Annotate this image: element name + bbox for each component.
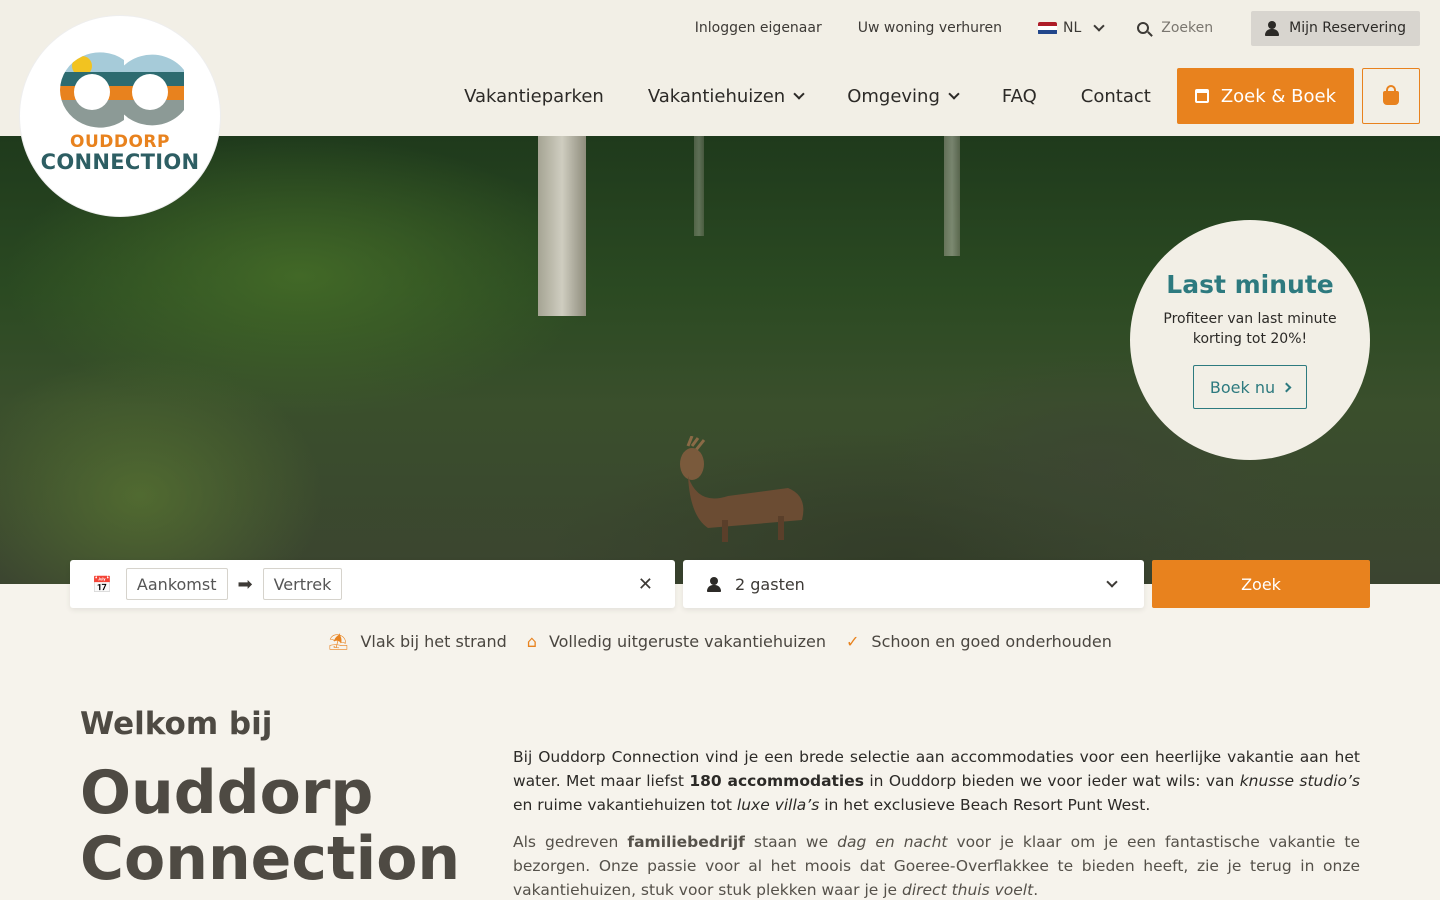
- chevron-down-icon: [1093, 19, 1105, 32]
- logo-graphic-icon: [60, 52, 184, 128]
- book-now-label: Boek nu: [1209, 377, 1276, 397]
- chevron-down-icon: [948, 87, 960, 100]
- nav-item-faq[interactable]: FAQ: [1002, 86, 1037, 107]
- arrow-right-icon: ➡: [237, 573, 253, 595]
- nav-item-vakantieparken[interactable]: Vakantieparken: [464, 86, 604, 107]
- intro-paragraph-1: Bij Ouddorp Connection vind je een brede…: [513, 745, 1360, 817]
- arrival-field[interactable]: Aankomst: [125, 568, 228, 600]
- welcome-title-line: Connection: [80, 824, 461, 894]
- welcome-kicker: Welkom bij: [80, 706, 273, 742]
- last-minute-title: Last minute: [1166, 270, 1334, 299]
- usp-list: ⛱ Vlak bij het strand ⌂ Volledig uitgeru…: [0, 632, 1440, 651]
- usp-label: Vlak bij het strand: [360, 632, 507, 651]
- my-reservation-label: Mijn Reservering: [1289, 20, 1406, 36]
- tree-trunk: [944, 136, 960, 256]
- site-logo[interactable]: OUDDORP CONNECTION: [20, 16, 220, 216]
- usp-item: ⛱ Vlak bij het strand: [328, 632, 507, 651]
- shopping-bag-icon: [1383, 85, 1399, 105]
- calendar-icon: [1194, 89, 1209, 103]
- nav-label: Contact: [1080, 85, 1151, 107]
- nav-item-omgeving[interactable]: Omgeving: [847, 85, 960, 107]
- nav-label: Omgeving: [847, 85, 940, 107]
- last-minute-text: Profiteer van last minute korting tot 20…: [1163, 311, 1337, 347]
- text: in het exclusieve Beach Resort Punt West…: [819, 796, 1151, 814]
- text-italic: dag en nacht: [837, 833, 948, 851]
- book-now-button[interactable]: Boek nu: [1192, 365, 1308, 409]
- usp-label: Schoon en goed onderhouden: [871, 632, 1112, 651]
- search-submit-button[interactable]: Zoek: [1152, 560, 1370, 608]
- clear-icon[interactable]: ✕: [638, 574, 653, 595]
- welcome-title-line: Ouddorp: [80, 758, 374, 828]
- text-italic: knusse studio’s: [1239, 772, 1360, 790]
- deer-icon: [680, 436, 804, 542]
- text: in Ouddorp bieden we voor ieder wat wils…: [863, 772, 1240, 790]
- search-placeholder: Zoeken: [1161, 20, 1214, 36]
- language-label: NL: [1062, 20, 1082, 36]
- intro-text: Bij Ouddorp Connection vind je een brede…: [513, 745, 1360, 900]
- nav-item-contact[interactable]: Contact: [1081, 86, 1151, 107]
- text: Als gedreven: [513, 833, 628, 851]
- text-bold: 180 accommodaties: [689, 772, 864, 790]
- tree-trunk: [538, 136, 586, 316]
- main-nav: Vakantieparken Vakantiehuizen Omgeving F…: [464, 68, 1420, 124]
- text: en ruime vakantiehuizen tot: [513, 796, 737, 814]
- check-icon: ✓: [846, 632, 860, 651]
- departure-field[interactable]: Vertrek: [262, 568, 343, 600]
- last-minute-promo: Last minute Profiteer van last minute ko…: [1130, 220, 1370, 460]
- nav-label: FAQ: [1001, 85, 1037, 107]
- text-italic: direct thuis voelt: [902, 881, 1034, 899]
- login-owner-link[interactable]: Inloggen eigenaar: [695, 20, 822, 36]
- tree-trunk: [694, 136, 704, 236]
- date-range-picker[interactable]: 📅 Aankomst ➡ Vertrek ✕: [70, 560, 675, 608]
- guests-value: 2 gasten: [735, 574, 805, 594]
- top-bar: Inloggen eigenaar Uw woning verhuren NL …: [695, 10, 1420, 46]
- search-icon: [1137, 22, 1150, 34]
- user-icon: [707, 576, 721, 592]
- rent-out-link[interactable]: Uw woning verhuren: [858, 20, 1002, 36]
- usp-item: ✓ Schoon en goed onderhouden: [846, 632, 1112, 651]
- nav-label: Vakantiehuizen: [647, 85, 786, 107]
- text-italic: luxe villa’s: [736, 796, 820, 814]
- guests-select[interactable]: 2 gasten: [683, 560, 1144, 608]
- language-selector[interactable]: NL: [1037, 19, 1105, 36]
- chevron-right-icon: [1281, 382, 1292, 392]
- search-field[interactable]: Zoeken: [1137, 20, 1213, 36]
- home-icon: ⌂: [526, 632, 537, 651]
- cart-button[interactable]: [1362, 68, 1420, 124]
- zoek-boek-label: Zoek & Boek: [1220, 85, 1336, 107]
- intro-paragraph-2: Als gedreven familiebedrijf staan we dag…: [513, 830, 1360, 900]
- usp-label: Volledig uitgeruste vakantiehuizen: [548, 632, 826, 651]
- nav-label: Vakantieparken: [464, 85, 604, 107]
- logo-text-top: OUDDORP: [70, 132, 170, 152]
- welcome-title: Ouddorp Connection: [80, 760, 460, 892]
- usp-item: ⌂ Volledig uitgeruste vakantiehuizen: [527, 632, 826, 651]
- chevron-down-icon: [1106, 575, 1118, 588]
- nl-flag-icon: [1037, 21, 1057, 35]
- text-bold: familiebedrijf: [627, 833, 745, 851]
- zoek-boek-button[interactable]: Zoek & Boek: [1176, 68, 1354, 124]
- text: .: [1033, 881, 1039, 899]
- chevron-down-icon: [793, 87, 805, 100]
- calendar-icon: 📅: [92, 574, 112, 594]
- my-reservation-button[interactable]: Mijn Reservering: [1251, 10, 1420, 46]
- nav-item-vakantiehuizen[interactable]: Vakantiehuizen: [647, 85, 805, 107]
- text: staan we: [744, 833, 838, 851]
- logo-text-bottom: CONNECTION: [40, 150, 200, 174]
- beach-umbrella-icon: ⛱: [328, 632, 349, 651]
- user-icon: [1265, 20, 1280, 36]
